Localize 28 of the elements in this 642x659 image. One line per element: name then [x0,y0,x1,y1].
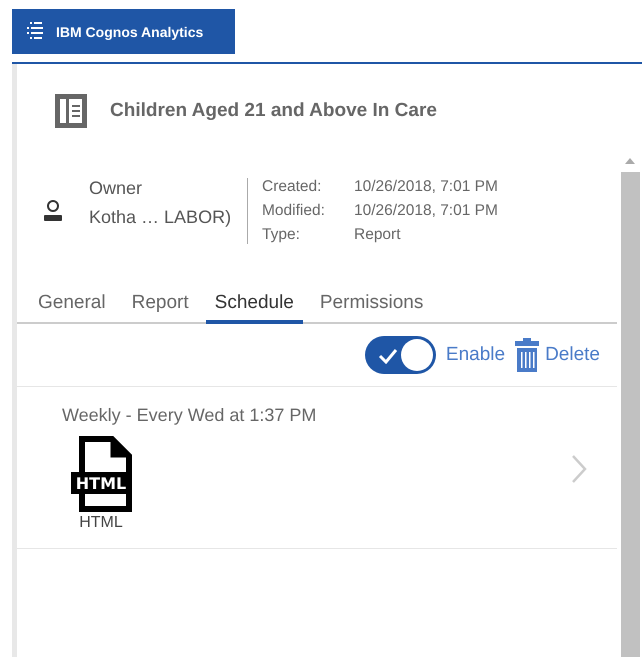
checkmark-icon [378,348,398,364]
trash-icon [515,338,540,372]
scroll-up-icon[interactable] [624,158,634,164]
app-menu-button[interactable]: IBM Cognos Analytics [12,9,235,54]
owner-name: Kotha … LABOR) [89,207,232,228]
schedule-description: Weekly - Every Wed at 1:37 PM [62,405,318,426]
user-icon [43,200,63,222]
menu-icon [24,22,46,42]
owner-label: Owner [89,178,144,199]
tab[interactable]: Permissions [310,292,432,324]
chevron-right-icon [571,454,587,484]
property-value: Report [354,226,402,244]
report-icon [54,93,88,129]
property-value: 10/26/2018, 7:01 PM [354,178,498,196]
delete-button[interactable]: Delete [515,338,600,372]
tab[interactable]: General [29,292,115,324]
enable-toggle[interactable] [364,336,436,374]
schedule-item[interactable]: Weekly - Every Wed at 1:37 PM HTML HTML [17,387,617,549]
tab[interactable]: Schedule [206,292,303,324]
property-value: 10/26/2018, 7:01 PM [354,202,498,220]
scrollbar-thumb[interactable] [621,172,640,657]
property-label: Created: [262,178,322,196]
property-label: Modified: [262,202,326,220]
tab[interactable]: Report [122,292,198,324]
report-title: Children Aged 21 and Above In Care [110,100,437,122]
enable-link[interactable]: Enable [446,344,506,366]
format-label: HTML [79,514,123,532]
property-label: Type: [262,226,301,244]
